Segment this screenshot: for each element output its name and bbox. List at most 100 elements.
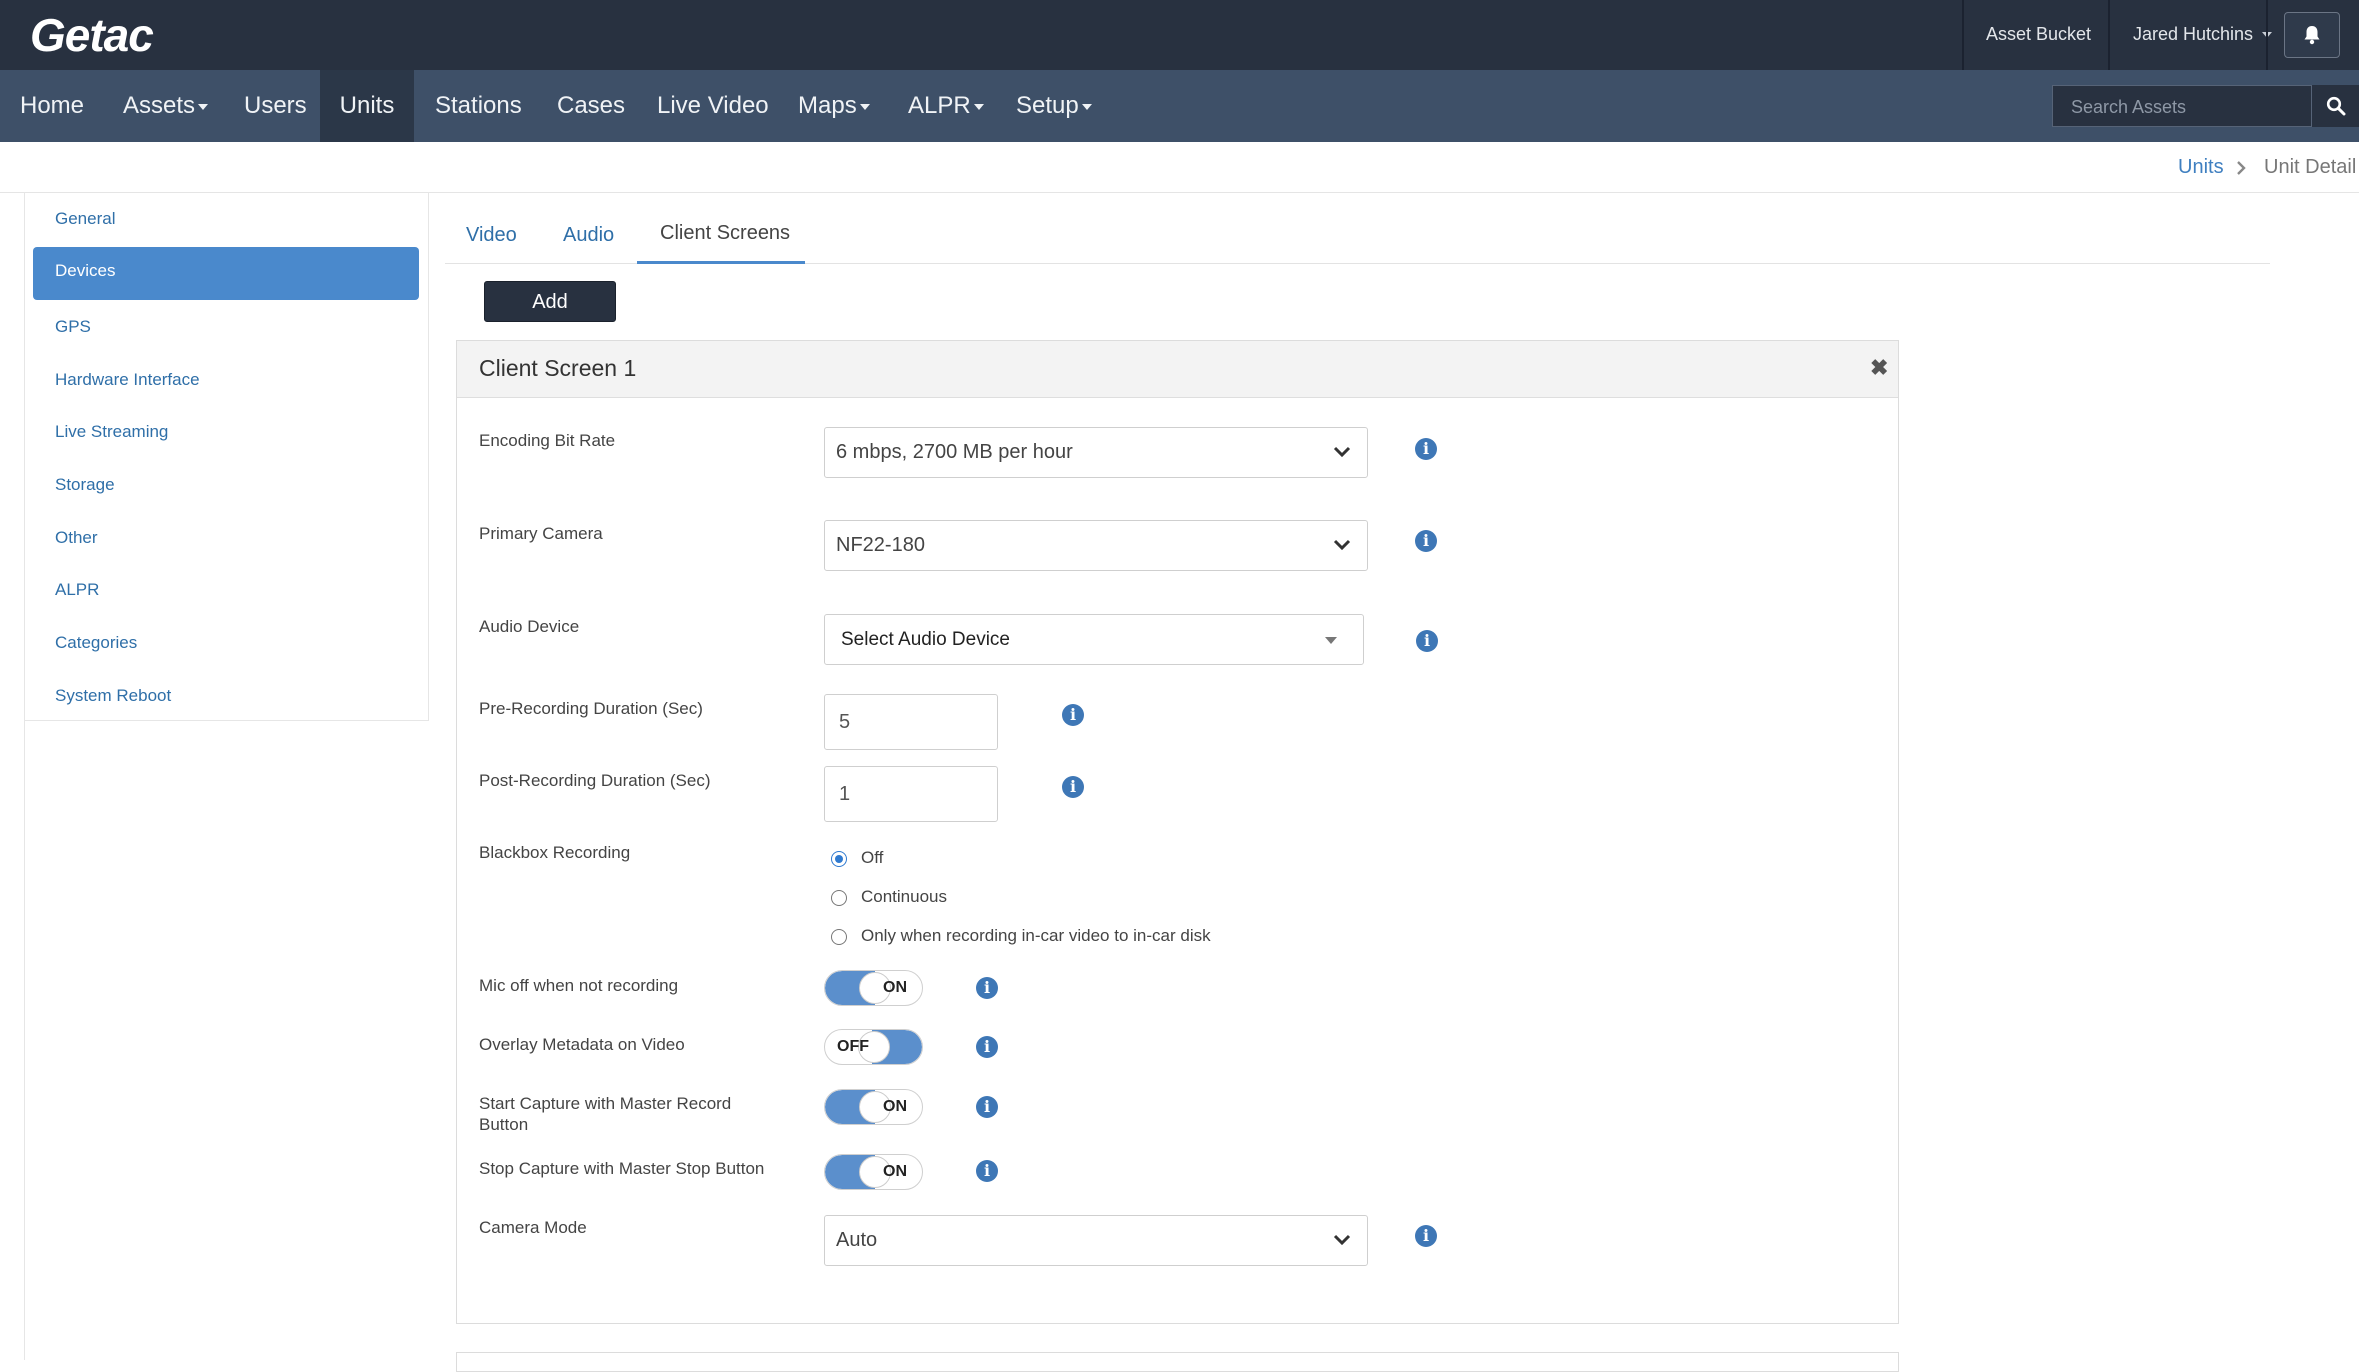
- tab-video[interactable]: Video: [466, 224, 517, 247]
- start-capture-toggle[interactable]: ON: [824, 1089, 923, 1125]
- sidebar-item-general[interactable]: General: [55, 209, 115, 229]
- info-icon[interactable]: i: [976, 1036, 998, 1058]
- sidebar-item-storage[interactable]: Storage: [55, 475, 115, 495]
- nav-label: ALPR: [908, 92, 971, 119]
- user-name: Jared Hutchins: [2133, 24, 2254, 44]
- nav-maps[interactable]: Maps: [778, 70, 890, 142]
- panel-title: Client Screen 1: [479, 355, 637, 381]
- nav-label: Units: [339, 92, 395, 119]
- sidebar-item-system-reboot[interactable]: System Reboot: [55, 686, 171, 706]
- chevron-down-icon: [1333, 539, 1351, 551]
- bell-icon: [2304, 26, 2320, 45]
- encoding-bit-rate-label: Encoding Bit Rate: [479, 431, 616, 450]
- sidebar-item-categories[interactable]: Categories: [55, 633, 137, 653]
- tab-client-screens[interactable]: Client Screens: [660, 222, 790, 245]
- breadcrumb-units[interactable]: Units: [2178, 156, 2224, 179]
- encoding-bit-rate-select[interactable]: 6 mbps, 2700 MB per hour: [824, 427, 1368, 478]
- asset-bucket-link[interactable]: Asset Bucket: [1986, 24, 2091, 45]
- getac-logo[interactable]: Getac: [30, 8, 154, 62]
- search-button[interactable]: [2312, 85, 2359, 127]
- next-client-screen-panel: [456, 1352, 1899, 1372]
- panel-header: [457, 341, 1898, 398]
- camera-mode-label: Camera Mode: [479, 1218, 587, 1237]
- close-icon[interactable]: ✖: [1870, 355, 1888, 381]
- notifications-button[interactable]: [2284, 12, 2340, 58]
- primary-camera-value: NF22-180: [836, 534, 925, 556]
- pre-recording-input[interactable]: 5: [824, 694, 998, 750]
- nav-live-video[interactable]: Live Video: [637, 70, 789, 142]
- post-recording-label: Post-Recording Duration (Sec): [479, 771, 711, 790]
- search-input[interactable]: Search Assets: [2052, 85, 2312, 127]
- blackbox-option-label: Off: [861, 848, 884, 867]
- nav-label: Setup: [1016, 92, 1079, 119]
- blackbox-radio-off[interactable]: [831, 851, 847, 867]
- nav-users[interactable]: Users: [224, 70, 327, 142]
- chevron-right-icon: [2237, 161, 2246, 175]
- blackbox-radio-continuous[interactable]: [831, 890, 847, 906]
- sidebar-item-hardware-interface[interactable]: Hardware Interface: [55, 370, 200, 390]
- active-tab-indicator: [637, 261, 805, 264]
- sidebar-item-other[interactable]: Other: [55, 528, 98, 548]
- stop-capture-toggle[interactable]: ON: [824, 1154, 923, 1190]
- breadcrumb-current: Unit Detail: [2264, 156, 2357, 178]
- start-capture-label: Start Capture with Master Record Button: [479, 1094, 732, 1134]
- caret-down-icon: [1325, 637, 1337, 644]
- nav-label: Stations: [435, 92, 522, 119]
- search-icon: [2326, 96, 2345, 116]
- nav-units[interactable]: Units: [320, 70, 414, 142]
- info-icon[interactable]: i: [1415, 530, 1437, 552]
- tab-audio[interactable]: Audio: [563, 224, 614, 247]
- caret-down-icon: [859, 103, 870, 110]
- add-button[interactable]: Add: [484, 281, 616, 322]
- audio-device-value: Select Audio Device: [841, 629, 1010, 650]
- overlay-metadata-toggle[interactable]: OFF: [824, 1029, 923, 1065]
- info-icon[interactable]: i: [1062, 704, 1084, 726]
- info-icon[interactable]: i: [976, 1160, 998, 1182]
- caret-down-icon: [973, 103, 984, 110]
- user-menu[interactable]: Jared Hutchins: [2133, 24, 2273, 45]
- nav-label: Maps: [798, 92, 857, 119]
- primary-camera-select[interactable]: NF22-180: [824, 520, 1368, 571]
- info-icon[interactable]: i: [1062, 776, 1084, 798]
- toggle-state: OFF: [837, 1038, 869, 1055]
- toggle-state: ON: [883, 1098, 907, 1115]
- blackbox-recording-label: Blackbox Recording: [479, 843, 631, 862]
- sidebar-item-alpr[interactable]: ALPR: [55, 580, 99, 600]
- post-recording-input[interactable]: 1: [824, 766, 998, 822]
- nav-cases[interactable]: Cases: [538, 70, 644, 142]
- mic-off-toggle[interactable]: ON: [824, 970, 923, 1006]
- chevron-down-icon: [1333, 446, 1351, 458]
- caret-down-icon: [198, 103, 209, 110]
- nav-home[interactable]: Home: [0, 70, 104, 142]
- info-icon[interactable]: i: [1415, 1225, 1437, 1247]
- info-icon[interactable]: i: [976, 977, 998, 999]
- blackbox-option-label: Continuous: [861, 887, 948, 906]
- sidebar-item-devices[interactable]: Devices: [55, 261, 115, 281]
- camera-mode-select[interactable]: Auto: [824, 1215, 1368, 1266]
- chevron-down-icon: [1333, 1234, 1351, 1246]
- nav-stations[interactable]: Stations: [414, 70, 543, 142]
- nav-setup[interactable]: Setup: [996, 70, 1112, 142]
- nav-label: Users: [244, 92, 307, 119]
- nav-label: Cases: [557, 92, 626, 119]
- blackbox-option-label: Only when recording in-car video to in-c…: [861, 926, 1211, 945]
- sidebar-item-live-streaming[interactable]: Live Streaming: [55, 422, 168, 442]
- info-icon[interactable]: i: [976, 1096, 998, 1118]
- info-icon[interactable]: i: [1416, 630, 1438, 652]
- info-icon[interactable]: i: [1415, 438, 1437, 460]
- mic-off-label: Mic off when not recording: [479, 976, 679, 995]
- overlay-metadata-label: Overlay Metadata on Video: [479, 1035, 685, 1054]
- breadcrumb: [0, 142, 2359, 193]
- nav-label: Home: [20, 92, 85, 119]
- sidebar-item-gps[interactable]: GPS: [55, 317, 91, 337]
- caret-down-icon: [1081, 103, 1092, 110]
- camera-mode-value: Auto: [836, 1229, 878, 1251]
- stop-capture-label: Stop Capture with Master Stop Button: [479, 1159, 765, 1178]
- audio-device-select[interactable]: Select Audio Device: [824, 614, 1364, 665]
- nav-assets[interactable]: Assets: [104, 70, 227, 142]
- toggle-state: ON: [883, 979, 907, 996]
- blackbox-radio-only-when-recording[interactable]: [831, 929, 847, 945]
- top-divider: [2108, 0, 2110, 70]
- nav-alpr[interactable]: ALPR: [889, 70, 1003, 142]
- nav-label: Live Video: [657, 92, 769, 119]
